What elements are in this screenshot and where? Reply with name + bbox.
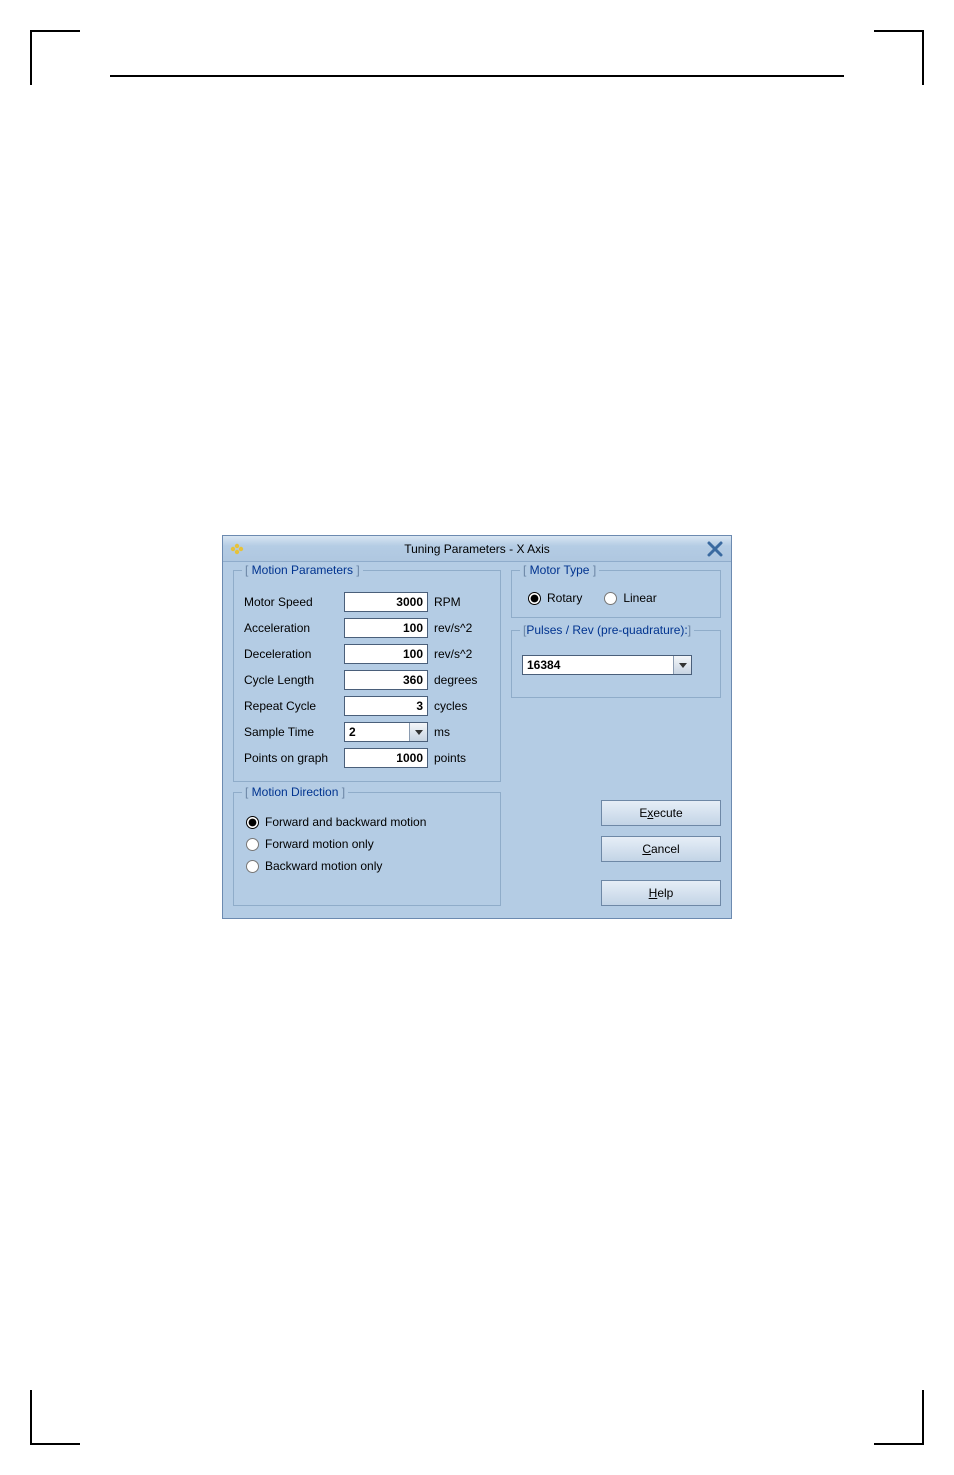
radio-input[interactable] — [246, 816, 259, 829]
acceleration-input[interactable] — [344, 618, 428, 638]
radio-label: Forward motion only — [265, 837, 374, 851]
sample-time-combo[interactable]: 2 — [344, 722, 428, 742]
radio-rotary[interactable]: Rotary — [526, 591, 582, 605]
combo-value: 2 — [345, 725, 409, 739]
close-button[interactable] — [705, 539, 725, 559]
field-unit: rev/s^2 — [434, 621, 472, 635]
radio-input[interactable] — [604, 592, 617, 605]
group-legend: [ Motion Parameters ] — [242, 563, 363, 577]
field-unit: cycles — [434, 699, 467, 713]
field-label: Motor Speed — [244, 595, 344, 609]
acceleration-row: Acceleration rev/s^2 — [244, 615, 490, 641]
field-unit: rev/s^2 — [434, 647, 472, 661]
radio-input[interactable] — [528, 592, 541, 605]
field-label: Sample Time — [244, 725, 344, 739]
repeat-cycle-row: Repeat Cycle cycles — [244, 693, 490, 719]
cycle-length-row: Cycle Length degrees — [244, 667, 490, 693]
field-label: Deceleration — [244, 647, 344, 661]
field-label: Cycle Length — [244, 673, 344, 687]
radio-label: Linear — [623, 591, 656, 605]
execute-button[interactable]: Execute — [601, 800, 721, 826]
crop-mark — [874, 30, 924, 85]
cancel-button[interactable]: Cancel — [601, 836, 721, 862]
pulses-per-rev-group: [Pulses / Rev (pre-quadrature):] 16384 — [511, 630, 721, 698]
sample-time-row: Sample Time 2 ms — [244, 719, 490, 745]
combo-value: 16384 — [523, 658, 673, 672]
radio-forward-only[interactable]: Forward motion only — [244, 833, 490, 855]
radio-linear[interactable]: Linear — [602, 591, 656, 605]
motion-parameters-group: [ Motion Parameters ] Motor Speed RPM Ac… — [233, 570, 501, 782]
crop-mark — [30, 1390, 80, 1445]
points-on-graph-row: Points on graph points — [244, 745, 490, 771]
field-unit: points — [434, 751, 466, 765]
field-label: Repeat Cycle — [244, 699, 344, 713]
motion-direction-group: [ Motion Direction ] Forward and backwar… — [233, 792, 501, 906]
group-legend: [ Motor Type ] — [520, 563, 599, 577]
horizontal-rule — [110, 75, 844, 77]
title-bar[interactable]: Tuning Parameters - X Axis — [223, 536, 731, 562]
tuning-parameters-dialog: Tuning Parameters - X Axis [ Motion Para… — [222, 535, 732, 919]
dialog-title: Tuning Parameters - X Axis — [223, 542, 731, 556]
button-label: Help — [649, 886, 674, 900]
field-label: Points on graph — [244, 751, 344, 765]
deceleration-input[interactable] — [344, 644, 428, 664]
cycle-length-input[interactable] — [344, 670, 428, 690]
chevron-down-icon — [673, 656, 691, 674]
field-label: Acceleration — [244, 621, 344, 635]
field-unit: ms — [434, 725, 450, 739]
chevron-down-icon — [409, 723, 427, 741]
repeat-cycle-input[interactable] — [344, 696, 428, 716]
motor-speed-input[interactable] — [344, 592, 428, 612]
radio-label: Backward motion only — [265, 859, 382, 873]
pulses-combo[interactable]: 16384 — [522, 655, 692, 675]
deceleration-row: Deceleration rev/s^2 — [244, 641, 490, 667]
field-unit: degrees — [434, 673, 477, 687]
points-on-graph-input[interactable] — [344, 748, 428, 768]
crop-mark — [30, 30, 80, 85]
radio-backward-only[interactable]: Backward motion only — [244, 855, 490, 877]
radio-label: Rotary — [547, 591, 582, 605]
group-legend: [ Motion Direction ] — [242, 785, 348, 799]
motor-speed-row: Motor Speed RPM — [244, 589, 490, 615]
radio-input[interactable] — [246, 838, 259, 851]
button-label: Cancel — [642, 842, 679, 856]
radio-input[interactable] — [246, 860, 259, 873]
help-button[interactable]: Help — [601, 880, 721, 906]
radio-forward-backward[interactable]: Forward and backward motion — [244, 811, 490, 833]
group-legend: [Pulses / Rev (pre-quadrature):] — [520, 623, 694, 637]
field-unit: RPM — [434, 595, 461, 609]
button-label: Execute — [639, 806, 682, 820]
app-icon — [227, 540, 245, 558]
motor-type-group: [ Motor Type ] Rotary Linear — [511, 570, 721, 618]
crop-mark — [874, 1390, 924, 1445]
radio-label: Forward and backward motion — [265, 815, 426, 829]
